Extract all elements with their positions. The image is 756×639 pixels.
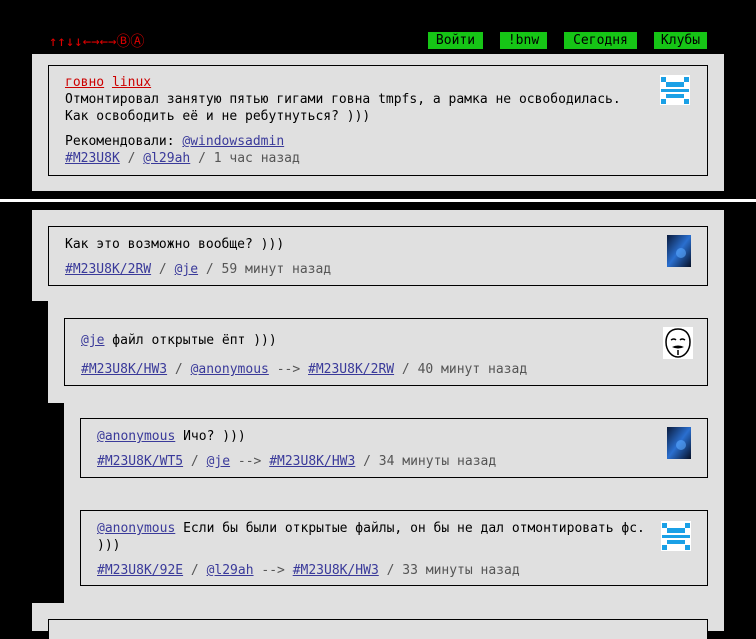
comment-author-link[interactable]: @anonymous: [191, 362, 269, 377]
avatar-icon[interactable]: [660, 75, 690, 105]
reply-to-link[interactable]: #M23U8K/HW3: [269, 454, 355, 469]
comment-time: 33 минуты назад: [402, 563, 520, 578]
comment-text: Если бы были открытые файлы, он бы не да…: [175, 521, 645, 536]
meta-separator: /: [190, 454, 199, 469]
nav-bnw-button[interactable]: !bnw: [500, 32, 547, 49]
comment-text: Как это возможно вообще? ))): [65, 237, 285, 252]
recommended-label: Рекомендовали:: [65, 134, 175, 149]
comment-id-link[interactable]: #M23U8K/2RW: [65, 262, 151, 277]
post-card: говно linux Отмонтировал занятую пятью г…: [48, 65, 708, 176]
comment-card: @je файл открытые ёпт ))) #M23U8K/HW3 / …: [64, 318, 708, 386]
avatar-icon[interactable]: [667, 235, 691, 267]
comment-time: 59 минут назад: [221, 262, 332, 277]
comment-id-link[interactable]: #M23U8K/HW3: [81, 362, 167, 377]
meta-separator: /: [386, 563, 395, 578]
meta-separator: /: [363, 454, 371, 469]
post-author-link[interactable]: @l29ah: [143, 151, 190, 166]
meta-separator: /: [190, 563, 199, 578]
mention-link[interactable]: @je: [81, 333, 104, 348]
meta-separator: /: [127, 151, 136, 166]
reply-to-link[interactable]: #M23U8K/2RW: [308, 362, 394, 377]
post-id-link[interactable]: #M23U8K: [65, 151, 120, 166]
recommended-user-link[interactable]: @windowsadmin: [182, 134, 284, 149]
reply-to-link[interactable]: #M23U8K/HW3: [293, 563, 379, 578]
reply-arrow: -->: [261, 563, 285, 578]
nav-login-button[interactable]: Войти: [428, 32, 483, 49]
comment-card: [48, 619, 708, 639]
tag-link[interactable]: говно: [65, 75, 104, 90]
separator-line: [0, 199, 756, 202]
comment-author-link[interactable]: @je: [175, 262, 198, 277]
reply-arrow: -->: [237, 454, 262, 469]
nav-today-button[interactable]: Сегодня: [564, 32, 637, 49]
comment-time: 34 минуты назад: [378, 454, 497, 469]
comment-time: 40 минут назад: [417, 362, 528, 377]
mention-link[interactable]: @anonymous: [97, 521, 175, 536]
site-logo[interactable]: ↑↑↓↓←→←→ⒷⒶ: [49, 31, 144, 51]
meta-separator: /: [205, 262, 214, 277]
tag-link[interactable]: linux: [112, 75, 151, 90]
meta-separator: /: [158, 262, 167, 277]
avatar-icon[interactable]: [667, 427, 691, 459]
nav-clubs-button[interactable]: Клубы: [654, 32, 707, 49]
comment-text: файл открытые ёпт ))): [104, 333, 277, 348]
comment-id-link[interactable]: #M23U8K/92E: [97, 563, 183, 578]
post-text-line: Как освободить её и не ребутнуться? ))): [65, 109, 371, 124]
comment-card: Как это возможно вообще? ))) #M23U8K/2RW…: [48, 226, 708, 286]
post-text-line: Отмонтировал занятую пятью гигами говна …: [65, 92, 621, 107]
avatar-icon[interactable]: [661, 521, 691, 551]
comment-id-link[interactable]: #M23U8K/WT5: [97, 454, 183, 469]
comment-card: @anonymous Если бы были открытые файлы, …: [80, 510, 708, 586]
meta-separator: /: [198, 151, 206, 166]
comment-text: Ичо? ))): [175, 429, 246, 444]
reply-arrow: -->: [276, 362, 301, 377]
meta-separator: /: [401, 362, 410, 377]
comment-text: ))): [97, 538, 121, 553]
comment-author-link[interactable]: @l29ah: [207, 563, 254, 578]
avatar-icon[interactable]: [663, 327, 693, 359]
mention-link[interactable]: @anonymous: [97, 429, 175, 444]
comment-author-link[interactable]: @je: [207, 454, 230, 469]
comment-card: @anonymous Ичо? ))) #M23U8K/WT5 / @je --…: [80, 418, 708, 478]
post-time: 1 час назад: [213, 151, 300, 166]
meta-separator: /: [174, 362, 183, 377]
